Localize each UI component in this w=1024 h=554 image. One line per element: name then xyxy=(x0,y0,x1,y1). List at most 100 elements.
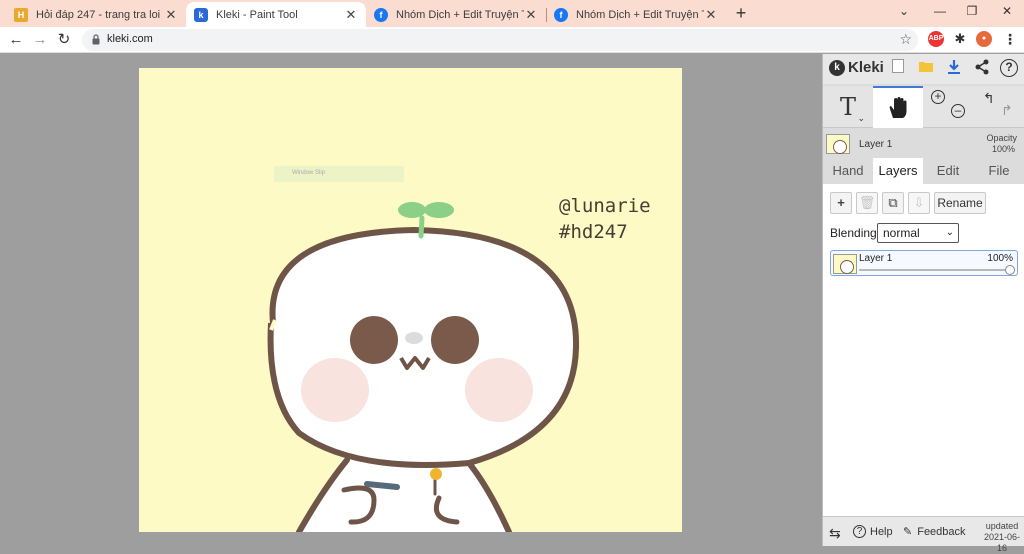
kleki-logo: k Kleki xyxy=(829,59,884,76)
download-icon[interactable] xyxy=(945,59,963,77)
held-fish xyxy=(364,481,400,490)
updated-info: updated 2021-06-16 xyxy=(979,521,1024,554)
browser-menu-icon[interactable]: ⋮ xyxy=(1002,31,1018,47)
close-tab-icon[interactable]: ✕ xyxy=(164,7,178,23)
canvas-workspace[interactable]: Window Slip @lunarie #hd247 xyxy=(0,54,822,546)
forward-arrow-icon[interactable]: → xyxy=(30,30,50,50)
active-layer-info: Layer 1 Opacity 100% xyxy=(823,130,1024,160)
feedback-label: Feedback xyxy=(917,525,966,538)
character-head xyxy=(267,226,580,468)
rename-button[interactable]: Rename xyxy=(934,192,986,214)
reload-icon[interactable]: ↻ xyxy=(54,30,74,50)
watermark-overlay: Window Slip xyxy=(274,166,404,182)
delete-layer-trash-icon[interactable]: 🗑 xyxy=(856,192,878,214)
adblock-extension-icon[interactable]: ABP xyxy=(928,31,944,47)
layer-item-name: Layer 1 xyxy=(859,253,893,264)
url-text: kleki.com xyxy=(107,33,153,45)
profile-avatar-icon[interactable]: ● xyxy=(976,31,992,47)
hand-tool-button[interactable] xyxy=(873,86,923,128)
restore-icon[interactable]: ❐ xyxy=(962,4,982,18)
opacity-label: Opacity xyxy=(986,133,1017,143)
tab-kleki[interactable]: k Kleki - Paint Tool ✕ xyxy=(186,2,366,27)
bookmark-star-icon[interactable]: ☆ xyxy=(899,31,912,48)
tab-title: Nhóm Dịch + Edit Truyện Tranh | xyxy=(396,8,524,21)
merge-down-icon[interactable]: ⇩ xyxy=(908,192,930,214)
tab-hoidap247[interactable]: H Hỏi đáp 247 - trang tra loi ✕ xyxy=(6,2,186,27)
panel-top-bar: k Kleki ? xyxy=(823,54,1024,84)
tab-layers[interactable]: Layers xyxy=(873,158,923,184)
layer-item-opacity: 100% xyxy=(987,253,1013,264)
extensions-puzzle-icon[interactable]: ✱ xyxy=(952,31,968,47)
new-image-icon[interactable] xyxy=(889,59,907,77)
feedback-link[interactable]: ✎ Feedback xyxy=(903,525,966,539)
zoom-buttons: + – xyxy=(923,86,973,128)
blending-label: Blending xyxy=(830,226,877,240)
hoidap-favicon-icon: H xyxy=(14,7,28,22)
kleki-logo-icon: k xyxy=(829,59,845,76)
open-folder-icon[interactable] xyxy=(917,59,935,77)
kleki-favicon-icon: k xyxy=(194,7,208,22)
tab-search-chevron-icon[interactable]: ⌄ xyxy=(894,4,914,18)
zoom-out-icon[interactable]: – xyxy=(951,104,965,118)
close-tab-icon[interactable]: ✕ xyxy=(704,7,718,23)
chevron-down-icon[interactable]: ⌄ xyxy=(857,113,865,124)
opacity-value: 100% xyxy=(991,144,1015,154)
help-question-icon[interactable]: ? xyxy=(1000,59,1018,77)
layer-opacity-track[interactable] xyxy=(859,269,1011,271)
tab-edit[interactable]: Edit xyxy=(923,158,973,184)
tab-file[interactable]: File xyxy=(974,158,1024,184)
add-layer-button[interactable]: + xyxy=(830,192,852,214)
back-arrow-icon[interactable]: ← xyxy=(6,30,26,50)
app-name: Kleki xyxy=(848,59,884,76)
minimize-icon[interactable]: — xyxy=(930,4,950,18)
lock-icon xyxy=(92,34,100,45)
held-flower xyxy=(430,468,442,480)
share-icon[interactable] xyxy=(973,59,991,77)
help-question-icon: ? xyxy=(853,525,866,538)
layer-thumbnail xyxy=(833,254,857,274)
tab-title: Kleki - Paint Tool xyxy=(216,8,298,21)
sprout-leaf-left xyxy=(398,202,426,218)
right-eye xyxy=(431,316,479,364)
facebook-favicon-icon: f xyxy=(374,7,388,22)
close-window-icon[interactable]: ✕ xyxy=(997,4,1017,18)
tab-title: Nhóm Dịch + Edit Truyện Tranh | xyxy=(576,8,704,21)
updated-date: 2021-06-16 xyxy=(983,532,1021,553)
blending-select[interactable]: normal ⌄ xyxy=(877,223,959,243)
undo-icon[interactable]: ↰ xyxy=(983,90,995,107)
help-link[interactable]: ? Help xyxy=(853,525,893,538)
layer-list-item[interactable]: Layer 1 100% xyxy=(830,250,1018,276)
redo-icon[interactable]: ↱ xyxy=(1001,102,1013,119)
browser-tab-strip: H Hỏi đáp 247 - trang tra loi ✕ k Kleki … xyxy=(0,0,1024,27)
facebook-favicon-icon: f xyxy=(554,7,568,22)
right-cheek xyxy=(465,358,533,422)
layer-thumbnail xyxy=(826,134,850,154)
duplicate-layer-icon[interactable]: ⧉ xyxy=(882,192,904,214)
layer-opacity-slider-knob[interactable] xyxy=(1005,265,1015,275)
layer-name-label: Layer 1 xyxy=(859,139,893,150)
hand-icon xyxy=(889,97,907,118)
feedback-pencil-icon: ✎ xyxy=(903,526,913,538)
drawing-canvas[interactable]: Window Slip @lunarie #hd247 xyxy=(139,68,682,532)
undo-redo-buttons: ↰ ↱ xyxy=(973,86,1023,128)
left-cheek xyxy=(301,358,369,422)
help-label: Help xyxy=(870,525,893,538)
tab-title: Hỏi đáp 247 - trang tra loi xyxy=(36,8,161,21)
address-bar[interactable]: kleki.com ☆ xyxy=(82,29,918,51)
chevron-down-icon: ⌄ xyxy=(945,227,954,238)
swap-side-icon[interactable]: ⇆ xyxy=(829,525,841,542)
character-drawing xyxy=(267,202,580,532)
close-tab-icon[interactable]: ✕ xyxy=(524,7,538,23)
updated-label: updated xyxy=(985,521,1019,531)
panel-footer: ⇆ ? Help ✎ Feedback updated 2021-06-16 xyxy=(823,516,1024,553)
sprout-stem xyxy=(418,215,425,239)
text-tool-button[interactable]: T ⌄ xyxy=(823,86,873,128)
new-tab-button[interactable]: + xyxy=(732,3,750,23)
canvas-text-handle: @lunarie xyxy=(559,195,651,217)
tab-hand[interactable]: Hand xyxy=(823,158,873,184)
zoom-in-icon[interactable]: + xyxy=(931,90,945,104)
tab-facebook-2[interactable]: f Nhóm Dịch + Edit Truyện Tranh | ✕ xyxy=(546,2,726,27)
close-tab-icon[interactable]: ✕ xyxy=(344,7,358,23)
panel-tabs: Hand Layers Edit File xyxy=(823,158,1024,184)
tab-facebook-1[interactable]: f Nhóm Dịch + Edit Truyện Tranh | ✕ xyxy=(366,2,546,27)
